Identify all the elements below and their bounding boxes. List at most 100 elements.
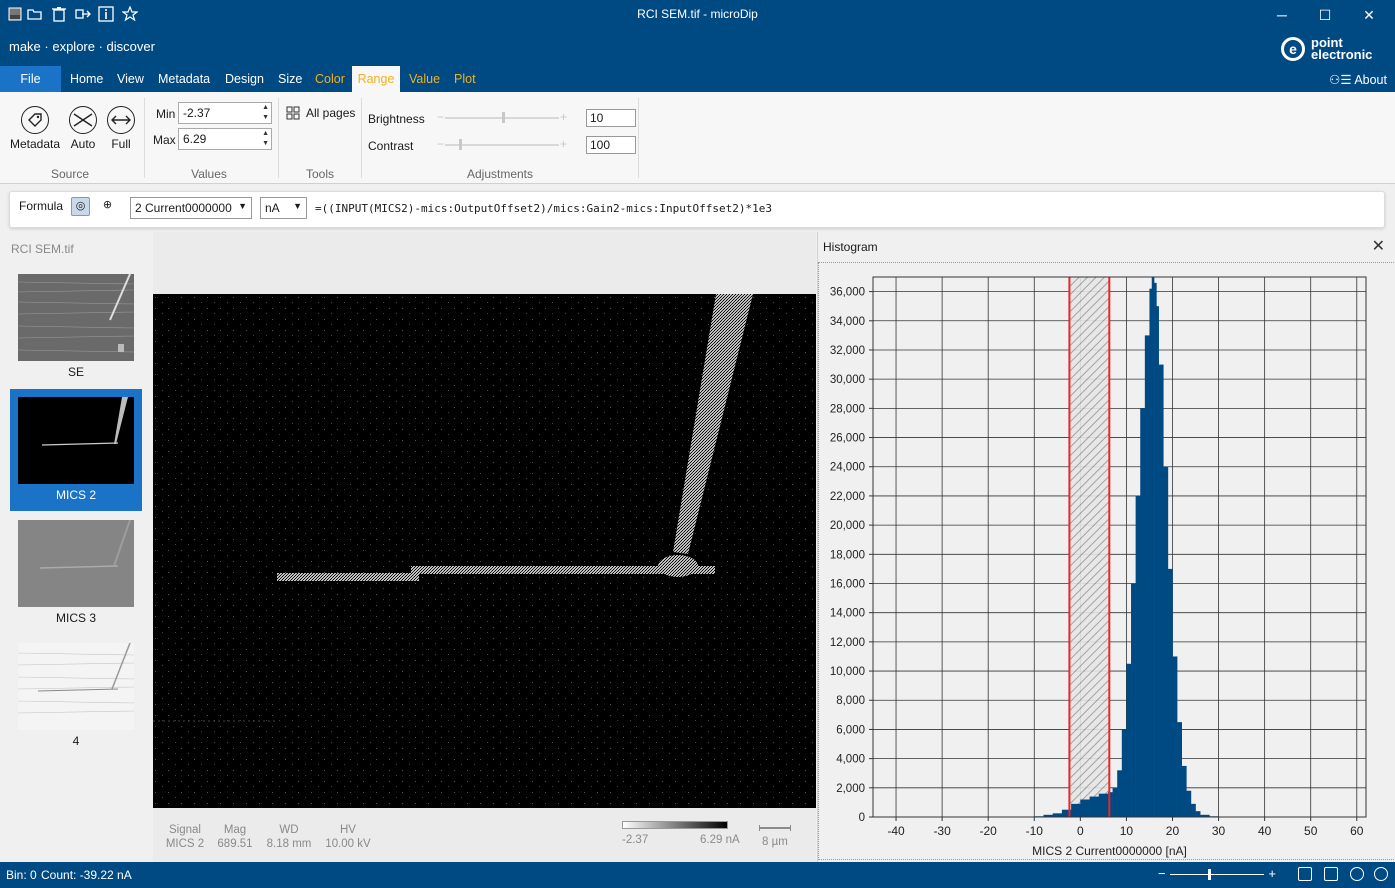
plot-area [872, 276, 1367, 818]
y-tick-label: 34,000 [830, 316, 865, 328]
page-thumbnails: RCI SEM.tif SE MICS 2 MICS 3 4 [0, 232, 152, 862]
ribbon-separator [144, 98, 145, 178]
scale-min: -2.37 [622, 834, 649, 846]
max-input[interactable]: 6.29 ▲ ▼ [178, 128, 272, 150]
formula-mode-icon[interactable]: ◎ [71, 197, 90, 216]
about-button[interactable]: ⚇☰ About [1329, 72, 1387, 87]
histogram-bar [1112, 787, 1118, 817]
sem-image[interactable] [153, 294, 816, 808]
tag-icon [21, 106, 49, 134]
histogram-bar [1149, 288, 1153, 817]
meta-label: Signal [169, 824, 201, 836]
histogram-bar [1052, 813, 1063, 817]
tab-home[interactable]: Home [63, 66, 110, 92]
tab-color[interactable]: Color [308, 66, 352, 92]
meta-label: WD [279, 824, 299, 836]
file-name: RCI SEM.tif [11, 242, 74, 256]
tab-size[interactable]: Size [271, 66, 309, 92]
maximize-button[interactable]: ☐ [1302, 4, 1348, 26]
y-tick-label: 22,000 [830, 491, 865, 503]
zoom-thumb[interactable] [1207, 869, 1211, 880]
tab-view[interactable]: View [110, 66, 151, 92]
min-label: Min [156, 107, 176, 121]
formula-channel-icon[interactable]: ⊕ [98, 197, 117, 216]
zoom-slider[interactable]: − + [1158, 866, 1276, 882]
thumbnail-4[interactable]: 4 [10, 635, 142, 757]
min-input[interactable]: -2.37 ▲ ▼ [178, 102, 272, 124]
close-button[interactable]: ✕ [1346, 4, 1392, 26]
histogram-bar [1071, 803, 1081, 817]
histogram-chart[interactable]: -40 -30 -20 -10 0 10 20 30 40 50 60 0 2,000 4,000 6,00… [818, 232, 1395, 862]
thumbnail-caption: 4 [72, 734, 80, 748]
max-value: 6.29 [183, 132, 207, 146]
brightness-value[interactable]: 10 [586, 109, 636, 127]
y-tick-label: 14,000 [830, 608, 865, 620]
histogram-bar [1163, 466, 1169, 817]
x-tick-label: 20 [1166, 824, 1180, 838]
target-icon[interactable] [1350, 867, 1364, 881]
histogram-bar [1154, 282, 1157, 817]
histogram-bar [1131, 583, 1136, 817]
tools-group-label: Tools [305, 167, 334, 181]
thumbnail-se[interactable]: SE [10, 266, 142, 388]
formula-bar: Formula ◎ ⊕ 2 Current0000000 ▼ nA ▼ =((I… [9, 191, 1385, 228]
ribbon: Metadata Auto Full Source Min -2.37 ▲ ▼ M… [0, 92, 1395, 184]
thumbnail-image [18, 643, 134, 730]
fit-screen-icon[interactable] [1298, 867, 1312, 881]
x-tick-label: -20 [980, 824, 998, 838]
tab-plot[interactable]: Plot [447, 66, 483, 92]
contrast-slider[interactable]: − + [437, 138, 567, 152]
channel-select[interactable]: 2 Current0000000 ▼ [130, 197, 252, 219]
contrast-value[interactable]: 100 [586, 136, 636, 154]
histogram-bar [1172, 656, 1178, 817]
window-title: RCI SEM.tif - microDip [637, 7, 758, 21]
full-range-button[interactable]: Full [105, 106, 137, 151]
tab-value[interactable]: Value [402, 66, 447, 92]
min-spinner-arrows[interactable]: ▲ ▼ [262, 103, 269, 123]
metadata-source-label: Metadata [9, 137, 61, 151]
brightness-thumb[interactable] [502, 112, 505, 123]
auto-range-button[interactable]: Auto [66, 106, 100, 151]
status-bar: Bin: 0 Count: -39.22 nA − + [0, 862, 1395, 888]
minimize-button[interactable]: ─ [1259, 4, 1305, 26]
thumbnail-mics3[interactable]: MICS 3 [10, 512, 142, 634]
meta-mag: Mag 689.51 [213, 823, 257, 851]
pages-grid-icon [286, 106, 300, 120]
thumbnail-caption: MICS 2 [55, 488, 96, 502]
max-spinner-arrows[interactable]: ▲ ▼ [262, 129, 269, 149]
image-viewer[interactable]: Signal MICS 2 Mag 689.51 WD 8.18 mm HV 1… [153, 232, 816, 862]
x-tick-label: 10 [1120, 824, 1134, 838]
unit-select[interactable]: nA ▼ [260, 197, 307, 219]
tab-design[interactable]: Design [218, 66, 271, 92]
x-tick-label: -30 [933, 824, 951, 838]
y-tick-label: 12,000 [830, 637, 865, 649]
contrast-thumb[interactable] [458, 139, 462, 150]
company-logo: e point electronic [1281, 35, 1391, 65]
contrast-label: Contrast [368, 139, 414, 153]
formula-label: Formula [19, 199, 64, 213]
tab-metadata[interactable]: Metadata [151, 66, 217, 92]
unit-value: nA [265, 201, 280, 215]
formula-expression[interactable]: =((INPUT(MICS2)-mics:OutputOffset2)/mics… [315, 202, 772, 215]
y-tick-label: 10,000 [830, 666, 865, 678]
full-range-icon [107, 106, 135, 134]
histogram-bar [1121, 729, 1127, 817]
meta-value: 8.18 mm [266, 838, 312, 850]
thumbnail-image [18, 520, 134, 607]
y-tick-label: 20,000 [830, 520, 865, 532]
y-tick-label: 32,000 [830, 345, 865, 357]
tab-range[interactable]: Range [352, 66, 400, 92]
histogram-bar [1126, 663, 1132, 817]
y-tick-label: 8,000 [836, 695, 865, 707]
settings-icon[interactable] [1374, 867, 1388, 881]
thumbnail-mics2[interactable]: MICS 2 [10, 389, 142, 511]
fullscreen-icon[interactable] [1324, 867, 1338, 881]
x-tick-label: 40 [1258, 824, 1272, 838]
histogram-bar [1181, 765, 1187, 817]
tab-file[interactable]: File [0, 66, 61, 92]
y-tick-label: 24,000 [830, 462, 865, 474]
adjustments-group-label: Adjustments [466, 167, 534, 181]
brightness-slider[interactable]: − + [437, 111, 567, 125]
status-count: Count: -39.22 nA [41, 868, 132, 882]
metadata-source-button[interactable]: Metadata [8, 106, 62, 151]
